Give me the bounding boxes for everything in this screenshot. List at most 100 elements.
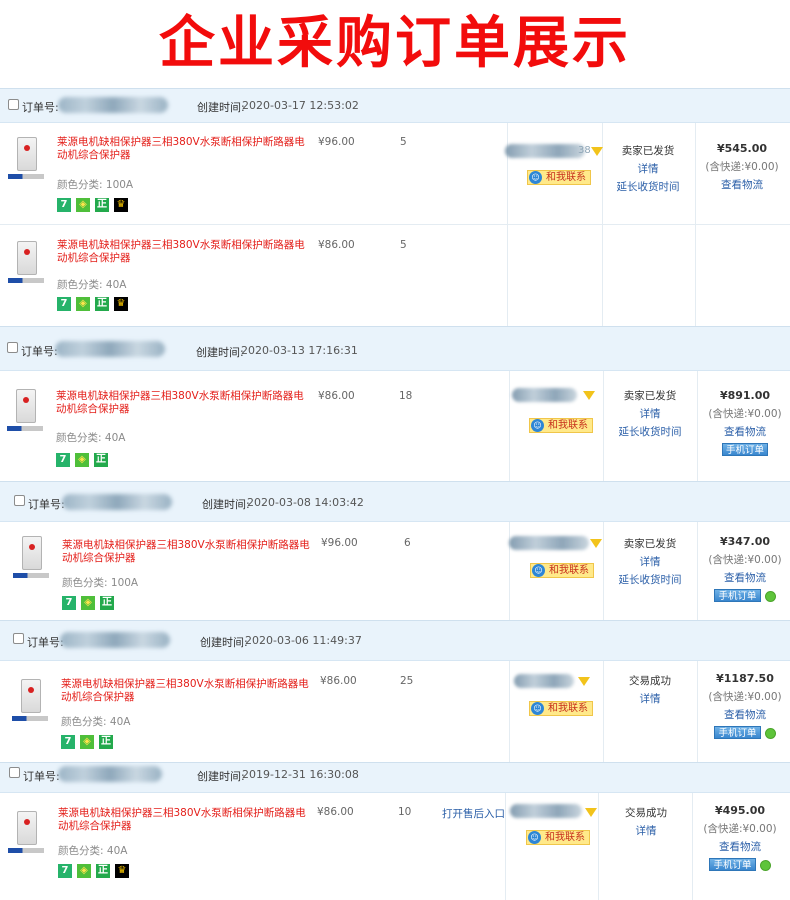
order-detail-link[interactable]: 详情 [605,690,695,708]
product-spec: 颜色分类: 40A [56,432,126,444]
order-number-label: 订单号: [27,636,64,649]
seller-filter-icon[interactable] [578,677,590,686]
order-status: 卖家已发货 [621,145,675,157]
product-thumbnail[interactable] [7,389,43,435]
unit-price: ¥86.00 [317,806,354,818]
product-title-link[interactable]: 莱源电机缺相保护器三相380V水泵断相保护断路器电动机综合保护器 [56,390,306,416]
genuine-icon: 正 [100,596,114,610]
order-total: ¥891.00 [719,389,771,402]
seller-name-suffix: 38 [578,145,591,156]
order-checkbox[interactable] [8,99,19,110]
unit-price: ¥96.00 [318,136,355,148]
order-checkbox[interactable] [7,342,18,353]
service-badges: 7 ◈ 正 [56,452,113,467]
order-item-row: 莱源电机缺相保护器三相380V水泵断相保护断路器电动机综合保护器 颜色分类: 4… [0,225,790,325]
seven-day-return-icon: 7 [56,453,70,467]
unit-price: ¥96.00 [321,537,358,549]
guarantee-shield-icon: ◈ [81,596,95,610]
aftersale-entry-link[interactable]: 打开售后入口 [442,806,505,821]
order-card: 订单号: 创建时间: 2020-03-13 17:16:31 莱源电机缺相保护器… [0,326,790,482]
mobile-order-button[interactable]: 手机订单 [714,726,761,739]
product-thumbnail[interactable] [8,241,44,287]
order-status-cell: 交易成功 详情 [605,672,695,708]
order-detail-link[interactable]: 详情 [601,822,691,840]
created-time-label: 创建时间: [200,636,248,649]
seller-name-redacted [505,144,585,158]
seller-name-redacted [514,674,574,688]
product-title-link[interactable]: 莱源电机缺相保护器三相380V水泵断相保护断路器电动机综合保护器 [62,539,312,565]
order-status-cell: 卖家已发货 详情 延长收货时间 [605,535,695,589]
order-detail-link[interactable]: 详情 [605,405,695,423]
product-spec: 颜色分类: 40A [58,845,128,857]
product-spec: 颜色分类: 100A [62,577,139,589]
mobile-order-button[interactable]: 手机订单 [714,589,761,602]
product-thumbnail[interactable] [13,536,49,582]
mobile-order-button[interactable]: 手机订单 [709,858,756,871]
unit-price: ¥86.00 [318,390,355,402]
service-badges: 7 ◈ 正 [61,734,118,749]
order-number-label: 订单号: [28,498,65,511]
created-time-label: 创建时间: [196,346,244,359]
extend-receipt-link[interactable]: 延长收货时间 [603,178,693,196]
banner-title: 企业采购订单展示 [159,11,631,76]
product-thumbnail[interactable] [8,811,44,857]
service-badges: 7 ◈ 正 ♛ [57,296,133,311]
order-checkbox[interactable] [14,495,25,506]
order-total-cell: ¥891.00 (含快递:¥0.00) 查看物流 手机订单 [697,387,790,459]
chat-icon: ☺ [531,419,544,432]
chat-icon: ☺ [528,831,541,844]
seller-filter-icon[interactable] [585,808,597,817]
extend-receipt-link[interactable]: 延长收货时间 [605,423,695,441]
extend-receipt-link[interactable]: 延长收货时间 [605,571,695,589]
product-title-link[interactable]: 莱源电机缺相保护器三相380V水泵断相保护断路器电动机综合保护器 [61,678,311,704]
contact-seller-button[interactable]: ☺ 和我联系 [529,701,593,716]
order-checkbox[interactable] [13,633,24,644]
shipping-fee: (含快递:¥0.00) [705,161,779,173]
order-header: 订单号: 创建时间: 2020-03-08 14:03:42 [0,482,790,522]
quantity: 5 [400,239,407,251]
order-detail-link[interactable]: 详情 [603,160,693,178]
product-thumbnail[interactable] [12,679,48,725]
order-header: 订单号: 创建时间: 2020-03-17 12:53:02 [0,89,790,123]
product-title-link[interactable]: 莱源电机缺相保护器三相380V水泵断相保护断路器电动机综合保护器 [58,807,308,833]
view-logistics-link[interactable]: 查看物流 [694,176,790,194]
seven-day-return-icon: 7 [62,596,76,610]
contact-seller-button[interactable]: ☺ 和我联系 [527,170,591,185]
view-logistics-link[interactable]: 查看物流 [697,706,790,724]
product-title-link[interactable]: 莱源电机缺相保护器三相380V水泵断相保护断路器电动机综合保护器 [57,136,307,162]
product-title-link[interactable]: 莱源电机缺相保护器三相380V水泵断相保护断路器电动机综合保护器 [57,239,307,265]
seven-day-return-icon: 7 [58,864,72,878]
genuine-icon: 正 [95,198,109,212]
order-card: 订单号: 创建时间: 2020-03-06 11:49:37 莱源电机缺相保护器… [0,620,790,763]
contact-seller-button[interactable]: ☺ 和我联系 [526,830,590,845]
order-status-cell: 卖家已发货 详情 延长收货时间 [605,387,695,441]
order-status: 交易成功 [629,675,671,687]
mobile-order-button[interactable]: 手机订单 [721,443,768,456]
product-spec: 颜色分类: 40A [61,716,131,728]
seven-day-return-icon: 7 [57,198,71,212]
view-logistics-link[interactable]: 查看物流 [697,423,790,441]
order-total: ¥495.00 [714,804,766,817]
view-logistics-link[interactable]: 查看物流 [697,569,790,587]
order-checkbox[interactable] [9,767,20,778]
contact-seller-button[interactable]: ☺ 和我联系 [530,563,594,578]
chat-icon: ☺ [529,171,542,184]
genuine-icon: 正 [94,453,108,467]
order-header: 订单号: 创建时间: 2020-03-13 17:16:31 [0,327,790,371]
product-thumbnail[interactable] [8,137,44,183]
order-detail-link[interactable]: 详情 [605,553,695,571]
seller-filter-icon[interactable] [583,391,595,400]
seller-name-redacted [510,804,582,818]
seller-filter-icon[interactable] [590,539,602,548]
contact-seller-button[interactable]: ☺ 和我联系 [529,418,593,433]
view-logistics-link[interactable]: 查看物流 [692,838,788,856]
seller-name-redacted [512,388,577,402]
service-badges: 7 ◈ 正 ♛ [57,197,133,212]
created-time-label: 创建时间: [197,770,245,783]
guarantee-shield-icon: ◈ [77,864,91,878]
order-number-label: 订单号: [22,101,59,114]
seller-filter-icon[interactable] [591,147,603,156]
order-number-redacted [58,97,168,113]
unit-price: ¥86.00 [320,675,357,687]
genuine-icon: 正 [99,735,113,749]
